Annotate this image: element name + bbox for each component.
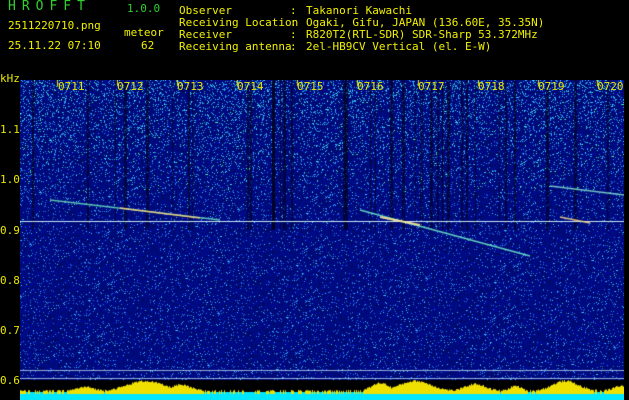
date-time: 25.11.22 07:10 — [8, 39, 101, 52]
y-tick-0-7: 0.7 — [0, 324, 20, 337]
y-tick-0-9: 0.9 — [0, 224, 20, 237]
antenna-label: Receiving antenna — [179, 40, 292, 53]
spectrogram-panel — [20, 80, 624, 400]
y-tick-0-8: 0.8 — [0, 274, 20, 287]
spectrogram-canvas — [20, 80, 624, 400]
antenna-separator: : — [290, 40, 297, 53]
x-tick-0711: 0711 — [58, 80, 85, 93]
y-tick-1-0: 1.0 — [0, 173, 20, 186]
x-tick-0715: 0715 — [297, 80, 324, 93]
x-tick-0716: 0716 — [357, 80, 384, 93]
x-tick-0712: 0712 — [117, 80, 144, 93]
y-tick-0-6: 0.6 — [0, 374, 20, 387]
x-tick-0714: 0714 — [237, 80, 264, 93]
x-tick-0717: 0717 — [418, 80, 445, 93]
x-tick-0713: 0713 — [177, 80, 204, 93]
app-version: 1.0.0 — [127, 2, 161, 15]
x-tick-0718: 0718 — [478, 80, 505, 93]
frequency-unit-label: kHz — [0, 72, 20, 85]
detection-label: meteor — [124, 26, 164, 39]
x-tick-0720: 0720 — [597, 80, 624, 93]
detection-count: 62 — [141, 39, 155, 52]
app-title: HROFFT — [8, 0, 91, 14]
x-tick-0719: 0719 — [538, 80, 565, 93]
y-tick-1-1: 1.1 — [0, 123, 20, 136]
antenna-value: 2el-HB9CV Vertical (el. E-W) — [306, 40, 492, 53]
file-name: 2511220710.png — [8, 19, 101, 32]
